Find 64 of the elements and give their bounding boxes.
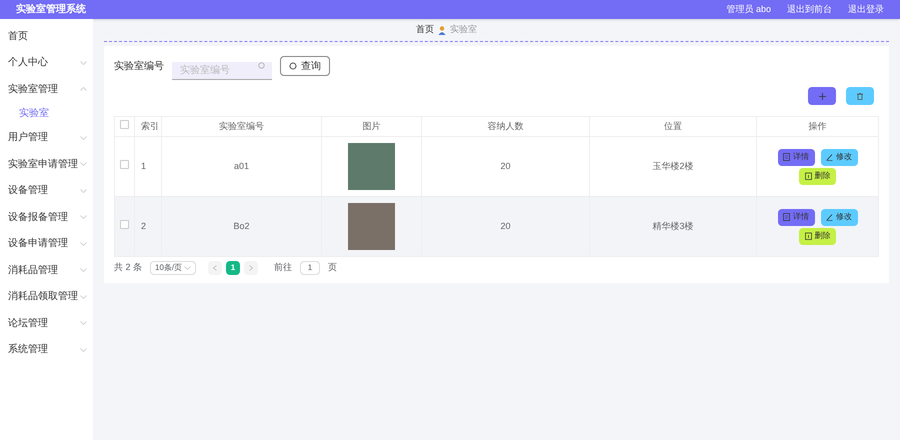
- chevron-left-icon: [213, 265, 218, 271]
- goto-label: 前往: [274, 261, 292, 274]
- checkbox[interactable]: [120, 160, 129, 169]
- column-header: 图片: [362, 121, 380, 131]
- sidebar-item[interactable]: 设备申请管理: [0, 230, 93, 257]
- checkbox[interactable]: [120, 220, 129, 229]
- edit-button[interactable]: 修改: [820, 208, 858, 226]
- sidebar-item[interactable]: 系统管理: [0, 336, 93, 363]
- chevron-down-icon: [184, 266, 192, 270]
- sidebar-item[interactable]: 实验室管理: [0, 76, 93, 102]
- column-header: 容纳人数: [488, 121, 524, 131]
- column-header: 操作: [808, 121, 826, 131]
- page-size-select[interactable]: 10条/页: [150, 261, 196, 275]
- search-label: 实验室编号: [114, 60, 164, 74]
- breadcrumb-item[interactable]: 首页: [416, 23, 434, 37]
- page-input[interactable]: 1: [300, 261, 320, 275]
- sidebar-item[interactable]: 论坛管理: [0, 310, 93, 336]
- document-icon: [783, 153, 790, 161]
- table-cell: 精华楼3楼: [652, 221, 694, 231]
- page-suffix: 页: [328, 261, 338, 274]
- person-icon: [438, 26, 446, 34]
- sidebar-item[interactable]: 消耗品领取管理: [0, 284, 93, 310]
- next-page-button[interactable]: [244, 261, 258, 275]
- query-button[interactable]: 查询: [280, 56, 330, 76]
- total-count: 共 2 条: [114, 261, 142, 274]
- sidebar-item[interactable]: 实验室申请管理: [0, 151, 93, 178]
- prev-page-button[interactable]: [208, 261, 222, 275]
- app-title: 实验室管理系统: [16, 2, 86, 17]
- pen-icon: [826, 213, 833, 221]
- table-cell: 20: [500, 221, 510, 231]
- photo-placeholder: [348, 143, 395, 190]
- table-cell: 20: [500, 161, 510, 171]
- document-icon: [783, 213, 790, 221]
- column-header: 实验室编号: [219, 121, 264, 131]
- column-header: 位置: [664, 121, 682, 131]
- photo-placeholder: [348, 203, 395, 250]
- sidebar-item[interactable]: 首页: [0, 23, 93, 50]
- search-field[interactable]: 实验室编号: [172, 62, 272, 80]
- header-link[interactable]: 退出到前台: [787, 2, 832, 16]
- edit-button[interactable]: 修改: [820, 148, 858, 166]
- add-button[interactable]: [808, 87, 836, 105]
- table-cell: 1: [141, 161, 146, 171]
- sidebar-subitem[interactable]: 实验室: [0, 102, 93, 124]
- chevron-right-icon: [249, 265, 254, 271]
- search-icon: [289, 62, 297, 70]
- remove-button[interactable]: 删除: [799, 168, 836, 184]
- search-icon: [258, 62, 266, 70]
- column-header: 索引: [141, 121, 159, 131]
- delete-button[interactable]: [846, 87, 874, 105]
- sidebar-item[interactable]: 用户管理: [0, 124, 93, 151]
- sidebar-item[interactable]: 消耗品管理: [0, 257, 93, 284]
- checkbox[interactable]: [120, 120, 129, 129]
- pen-icon: [826, 153, 833, 161]
- header-link[interactable]: 管理员 abo: [726, 2, 771, 16]
- remove-button[interactable]: 删除: [799, 228, 836, 244]
- sidebar-item[interactable]: 设备报备管理: [0, 204, 93, 230]
- sidebar-item[interactable]: 设备管理: [0, 178, 93, 204]
- sidebar-item[interactable]: 个人中心: [0, 50, 93, 76]
- table-cell: 玉华楼2楼: [652, 161, 694, 171]
- plus-icon: [818, 92, 826, 100]
- table-cell: 2: [141, 221, 146, 231]
- header-link[interactable]: 退出登录: [848, 2, 884, 16]
- table-cell: Bo2: [233, 221, 250, 231]
- table-cell: a01: [234, 161, 250, 171]
